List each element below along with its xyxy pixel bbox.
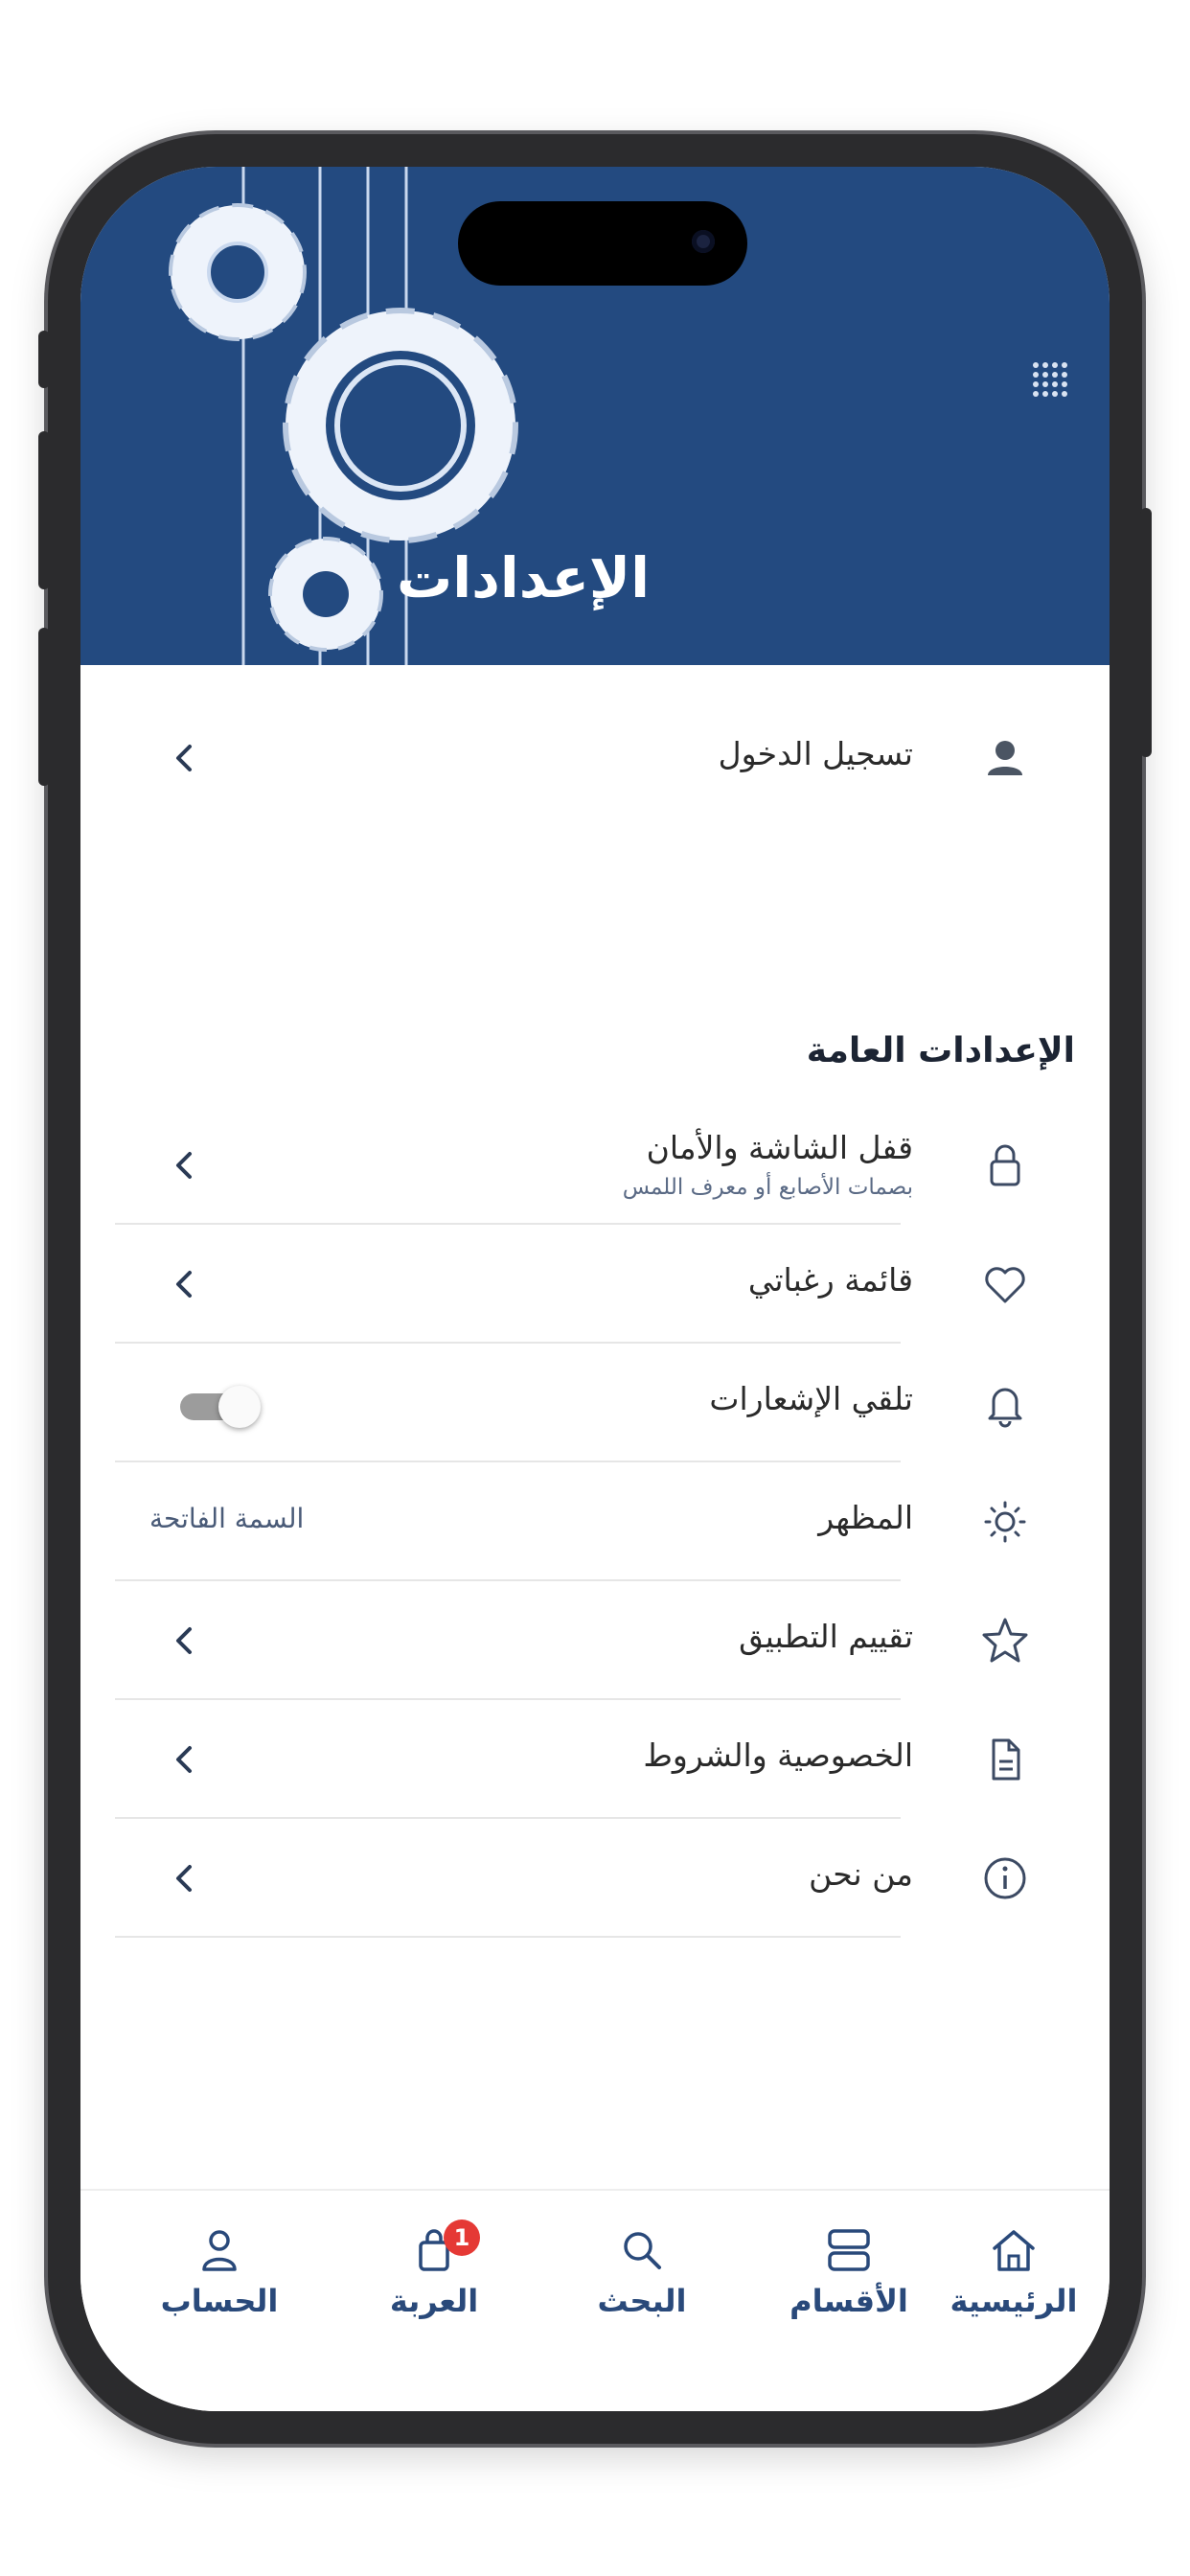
tab-cart[interactable]: 1 العربة (338, 2220, 530, 2340)
grid-dots-icon[interactable] (1029, 358, 1073, 402)
page-title: الإعدادات (397, 545, 651, 610)
rate-app-row[interactable]: تقييم التطبيق (80, 1581, 1110, 1700)
tab-categories-label: الأقسام (790, 2283, 908, 2319)
front-camera (692, 230, 715, 253)
volume-up-button (38, 431, 50, 589)
chevron-left-icon (176, 745, 192, 771)
tab-search-label: البحث (597, 2283, 687, 2319)
tab-home[interactable]: الرئيسية (918, 2225, 1110, 2340)
about-row[interactable]: من نحن (80, 1819, 1110, 1938)
volume-down-button (38, 628, 50, 786)
screen-lock-label: قفل الشاشة والأمان (646, 1129, 913, 1166)
mute-switch (38, 331, 50, 388)
chevron-left-icon (176, 1627, 192, 1654)
appearance-value: السمة الفاتحة (149, 1503, 305, 1534)
notifications-label: تلقي الإشعارات (709, 1380, 913, 1417)
dynamic-island (458, 201, 747, 286)
chevron-left-icon (176, 1865, 192, 1892)
tab-cart-label: العربة (389, 2283, 479, 2319)
screen-lock-subtitle: بصمات الأصابع أو معرف اللمس (622, 1175, 913, 1200)
cart-badge: 1 (444, 2220, 480, 2256)
document-icon (992, 1738, 1020, 1781)
notifications-toggle[interactable] (180, 1386, 263, 1428)
info-icon (984, 1857, 1026, 1899)
privacy-terms-row[interactable]: الخصوصية والشروط (80, 1700, 1110, 1819)
wishlist-label: قائمة رغباتي (747, 1261, 913, 1299)
screen: الإعدادات تسجيل الدخول الإعدادات العامة … (80, 167, 1110, 2411)
power-button (1140, 508, 1152, 757)
login-row[interactable]: تسجيل الدخول (80, 699, 1110, 817)
tab-home-label: الرئيسية (950, 2283, 1078, 2319)
chevron-left-icon (176, 1152, 192, 1179)
privacy-terms-label: الخصوصية والشروط (643, 1736, 913, 1774)
star-icon (982, 1618, 1028, 1663)
screen-lock-row[interactable]: قفل الشاشة والأمان بصمات الأصابع أو معرف… (80, 1106, 1110, 1225)
tab-categories[interactable]: الأقسام (753, 2225, 945, 2340)
rate-app-label: تقييم التطبيق (739, 1618, 913, 1655)
search-icon (624, 2232, 661, 2269)
wishlist-row[interactable]: قائمة رغباتي (80, 1225, 1110, 1344)
appearance-label: المظهر (818, 1499, 913, 1536)
settings-header: الإعدادات (80, 167, 1110, 665)
person-icon (988, 741, 1022, 775)
toggle-knob (218, 1386, 261, 1428)
general-settings-heading: الإعدادات العامة (806, 1031, 1075, 1070)
bell-icon (988, 1388, 1022, 1428)
person-outline-icon (202, 2230, 237, 2271)
tab-account-label: الحساب (160, 2283, 279, 2319)
sun-icon (984, 1501, 1026, 1543)
tab-account[interactable]: الحساب (124, 2225, 315, 2340)
tab-search[interactable]: البحث (546, 2225, 738, 2340)
chevron-left-icon (176, 1271, 192, 1298)
phone-frame: الإعدادات تسجيل الدخول الإعدادات العامة … (38, 134, 1152, 2444)
home-icon (993, 2230, 1035, 2271)
chevron-left-icon (176, 1746, 192, 1773)
notifications-row: تلقي الإشعارات (80, 1344, 1110, 1462)
appearance-row[interactable]: المظهر السمة الفاتحة (80, 1462, 1110, 1581)
login-label: تسجيل الدخول (718, 735, 913, 772)
about-label: من نحن (809, 1855, 913, 1893)
divider (115, 1936, 901, 1938)
lock-icon (990, 1144, 1020, 1186)
bottom-tab-bar: الحساب 1 العربة البحث الأقسام الرئيسية (80, 2189, 1110, 2411)
heart-icon (985, 1267, 1025, 1303)
categories-icon (828, 2229, 870, 2271)
